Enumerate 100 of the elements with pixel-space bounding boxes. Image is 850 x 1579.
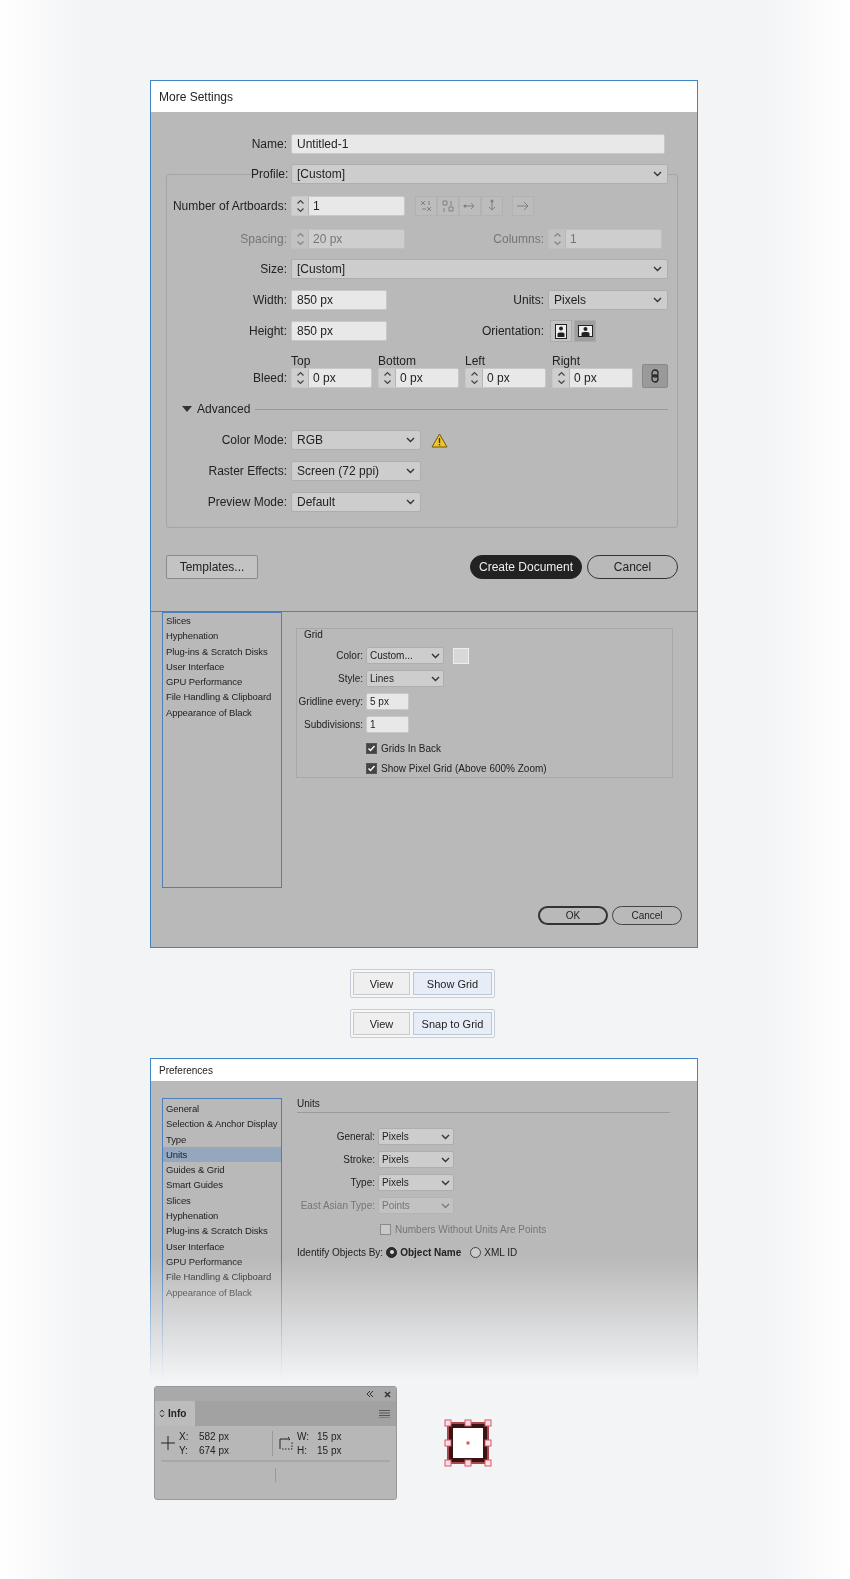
name-field[interactable]: Untitled-1 — [291, 134, 665, 154]
grid-by-row-icon[interactable] — [415, 196, 437, 216]
field-label: General: — [335, 1131, 376, 1142]
field-label: Height: — [247, 324, 288, 338]
landscape-icon — [577, 325, 593, 337]
crosshair-icon — [161, 1436, 175, 1450]
close-icon[interactable] — [384, 1390, 391, 1398]
color-swatch[interactable] — [453, 647, 469, 664]
category-item[interactable]: Units — [163, 1146, 281, 1163]
section-title: Units — [297, 1098, 320, 1109]
field-label: Orientation: — [480, 324, 545, 338]
field-label: Profile: — [251, 167, 291, 181]
checkbox[interactable]: Show Pixel Grid (Above 600% Zoom) — [366, 760, 672, 776]
field-label: Number of Artboards: — [171, 199, 288, 213]
units-dropdown[interactable]: Pixels — [378, 1128, 454, 1145]
bleed-label: Right — [552, 354, 581, 368]
size-dropdown[interactable]: [Custom] — [291, 259, 668, 279]
spinner-arrows-icon — [295, 370, 305, 386]
category-item[interactable]: Plug-ins & Scratch Disks — [163, 1223, 281, 1239]
category-item[interactable]: Appearance of Black — [163, 704, 281, 721]
menu-key: View — [353, 1012, 410, 1035]
category-item[interactable]: File Handling & Clipboard — [163, 689, 281, 705]
units-dropdown[interactable]: Pixels — [378, 1174, 454, 1191]
category-item[interactable]: Guides & Grid — [163, 1162, 281, 1178]
field-label: Type: — [349, 1177, 376, 1188]
category-item[interactable]: Hyphenation — [163, 1208, 281, 1224]
field-label: Y: — [179, 1444, 189, 1456]
field-label: Subdivisions: — [303, 719, 364, 730]
spinner-arrows-icon — [556, 370, 566, 386]
field-label: Size: — [259, 262, 288, 276]
menu-icon[interactable] — [379, 1409, 390, 1418]
portrait-icon — [555, 323, 567, 339]
arrange-by-column-icon[interactable] — [481, 196, 503, 216]
selected-square-drawing — [444, 1419, 492, 1467]
portrait-button[interactable] — [550, 320, 572, 342]
bleed-label: Top — [291, 354, 312, 368]
field-label: Color: — [335, 650, 364, 661]
category-item[interactable]: Smart Guides — [163, 1177, 281, 1193]
category-item[interactable]: User Interface — [163, 658, 281, 675]
section-title: Advanced — [197, 402, 251, 416]
category-item[interactable]: Type — [163, 1131, 281, 1147]
category-item[interactable]: Appearance of Black — [163, 1284, 281, 1300]
number-field[interactable]: 1 — [366, 716, 409, 733]
field-label: East Asian Type: — [299, 1200, 376, 1211]
category-item[interactable]: Hyphenation — [163, 628, 281, 644]
bleed-spinner[interactable]: 0 px — [465, 368, 546, 388]
category-item[interactable]: Slices — [163, 613, 281, 629]
category-item[interactable]: GPU Performance — [163, 1253, 281, 1270]
bleed-label: Left — [465, 354, 486, 368]
spinner-arrows-icon — [382, 370, 392, 386]
templates-button[interactable]: Templates... — [166, 555, 258, 579]
color-mode-dropdown[interactable]: RGB — [291, 430, 421, 450]
checkbox[interactable]: Grids In Back — [366, 740, 672, 756]
category-item[interactable]: General — [163, 1101, 281, 1117]
landscape-button[interactable] — [574, 320, 596, 342]
chevron-down-icon — [406, 468, 415, 474]
chain-link-icon — [651, 369, 659, 383]
profile-dropdown[interactable]: [Custom] — [291, 164, 668, 184]
chevron-down-icon — [431, 675, 440, 682]
field-label: Bleed: — [251, 370, 288, 387]
bleed-spinner[interactable]: 0 px — [552, 368, 633, 388]
field-label: Units: — [512, 293, 545, 307]
number-field[interactable]: 5 px — [366, 693, 409, 710]
up-down-arrows-icon — [159, 1409, 165, 1418]
category-item[interactable]: Selection & Anchor Display — [163, 1116, 281, 1132]
field-label: Style: — [337, 673, 364, 684]
style-dropdown[interactable]: Lines — [366, 670, 444, 687]
field-value: 15 px — [317, 1444, 342, 1456]
chevron-down-icon — [441, 1202, 450, 1209]
category-item[interactable]: GPU Performance — [163, 674, 281, 690]
color-dropdown[interactable]: Custom... — [366, 647, 444, 664]
ok-button[interactable]: OK — [538, 906, 608, 925]
units-dropdown[interactable]: Pixels — [548, 290, 668, 310]
height-field[interactable]: 850 px — [291, 321, 387, 341]
disclosure-triangle-icon[interactable] — [182, 406, 192, 412]
category-item[interactable]: User Interface — [163, 1238, 281, 1254]
arrange-by-row-icon[interactable] — [459, 196, 481, 216]
bleed-spinner[interactable]: 0 px — [291, 368, 372, 388]
info-tab[interactable]: Info — [155, 1401, 195, 1426]
category-item[interactable]: Plug-ins & Scratch Disks — [163, 643, 281, 659]
create-button[interactable]: Create Document — [470, 555, 582, 579]
radio-button[interactable]: XML ID — [470, 1246, 518, 1258]
preview-mode-dropdown[interactable]: Default — [291, 492, 421, 512]
link-button[interactable] — [642, 364, 668, 388]
units-dropdown[interactable]: Pixels — [378, 1151, 454, 1168]
radio-button[interactable]: Object Name — [386, 1246, 462, 1258]
width-field[interactable]: 850 px — [291, 290, 387, 310]
bleed-spinner[interactable]: 0 px — [378, 368, 459, 388]
artboards-spinner[interactable]: 1 — [291, 196, 405, 216]
collapse-icon[interactable] — [366, 1391, 374, 1397]
spinner-arrows-icon — [552, 231, 562, 247]
chevron-down-icon — [431, 652, 440, 659]
raster-effects-dropdown[interactable]: Screen (72 ppi) — [291, 461, 421, 481]
field-label: W: — [297, 1430, 311, 1442]
field-label: Gridline every: — [297, 696, 364, 707]
field-label: Spacing: — [239, 232, 288, 246]
category-item[interactable]: File Handling & Clipboard — [163, 1269, 281, 1285]
spinner-arrows-icon — [295, 231, 305, 247]
bleed-label: Bottom — [378, 354, 417, 368]
category-item[interactable]: Slices — [163, 1192, 281, 1209]
